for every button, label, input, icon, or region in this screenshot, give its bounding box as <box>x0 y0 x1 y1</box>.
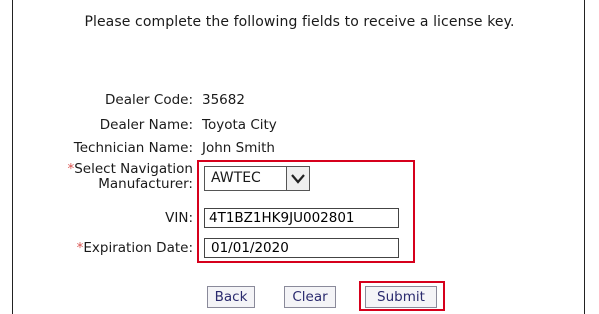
technician-name-label: Technician Name: <box>73 140 193 156</box>
vin-input[interactable] <box>204 208 399 228</box>
nav-manufacturer-label-line1: Select Navigation <box>74 161 193 177</box>
nav-manufacturer-label: *Select Navigation Manufacturer: <box>67 162 193 192</box>
clear-button[interactable]: Clear <box>284 286 336 308</box>
dealer-name-label: Dealer Name: <box>99 117 193 133</box>
expiration-date-label-text: Expiration Date: <box>83 240 193 256</box>
expiration-date-input[interactable] <box>204 238 399 258</box>
nav-manufacturer-label-line2: Manufacturer: <box>98 176 193 192</box>
nav-manufacturer-selected: AWTEC <box>211 170 261 186</box>
license-form-panel: Please complete the following fields to … <box>12 0 585 314</box>
dropdown-button[interactable] <box>286 167 309 190</box>
expiration-date-label: *Expiration Date: <box>77 240 193 256</box>
back-button[interactable]: Back <box>207 286 255 308</box>
dealer-code-value: 35682 <box>202 92 245 108</box>
technician-name-value: John Smith <box>202 140 275 156</box>
nav-manufacturer-select[interactable]: AWTEC <box>204 166 310 191</box>
dealer-name-value: Toyota City <box>202 117 277 133</box>
dealer-code-label: Dealer Code: <box>105 92 193 108</box>
vin-label: VIN: <box>165 210 193 226</box>
instructions-text: Please complete the following fields to … <box>84 14 515 30</box>
submit-button[interactable]: Submit <box>365 286 437 308</box>
chevron-down-icon <box>291 173 305 184</box>
